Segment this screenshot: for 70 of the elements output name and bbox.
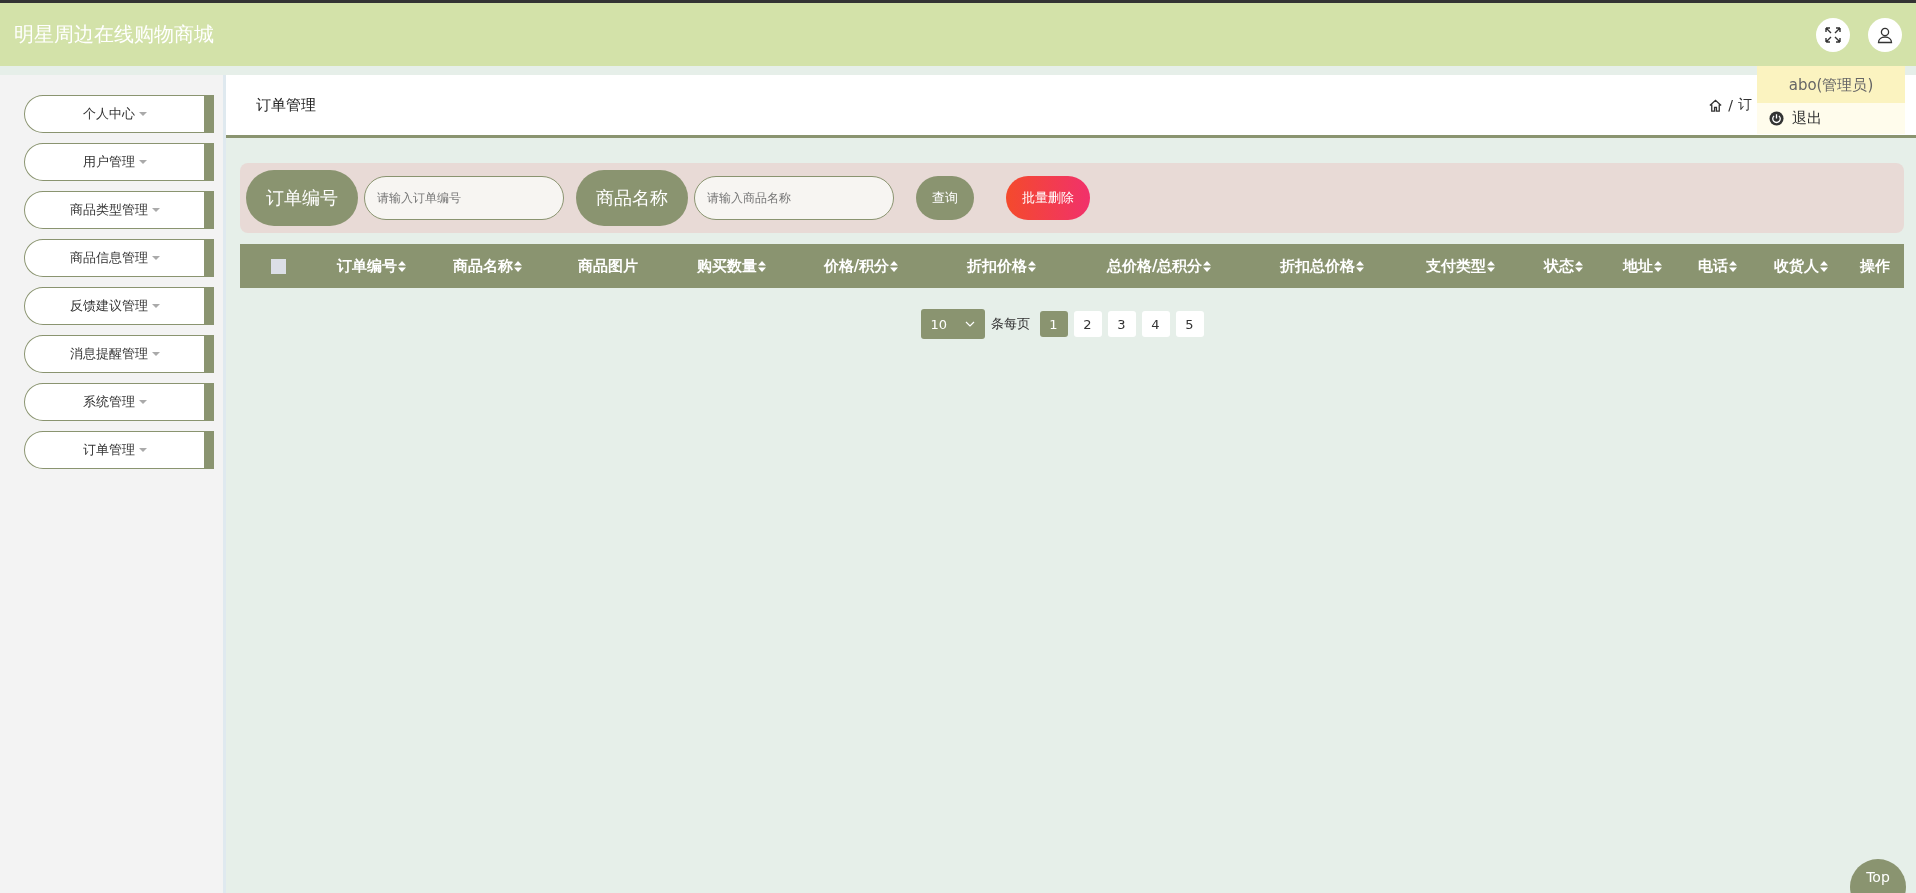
column-header[interactable]: 商品图片 — [578, 256, 639, 276]
sidebar-menu-item[interactable]: 系统管理 — [24, 383, 214, 421]
page-number[interactable]: 1 — [1039, 311, 1068, 337]
sort-icon[interactable] — [1356, 260, 1365, 272]
caret-icon — [138, 160, 147, 164]
column-header[interactable]: 订单编号 — [336, 256, 406, 276]
sort-icon[interactable] — [397, 260, 406, 272]
home-icon[interactable] — [1708, 97, 1724, 113]
sort-icon[interactable] — [1203, 260, 1212, 272]
user-icon — [1876, 25, 1894, 44]
column-header[interactable]: 支付类型 — [1425, 256, 1495, 276]
logout-menu-item[interactable]: 退出 — [1757, 103, 1905, 134]
sidebar-menu-item[interactable]: 个人中心 — [24, 95, 214, 133]
query-button[interactable]: 查询 — [916, 176, 974, 220]
column-header[interactable]: 地址 — [1622, 256, 1662, 276]
sidebar-menu-item[interactable]: 商品类型管理 — [24, 191, 214, 229]
fullscreen-button[interactable] — [1816, 17, 1850, 52]
caret-icon — [151, 256, 160, 260]
sort-icon[interactable] — [1653, 260, 1662, 272]
column-header[interactable]: 折扣价格 — [966, 256, 1036, 276]
sidebar-menu-item[interactable]: 商品信息管理 — [24, 239, 214, 277]
search-label: 订单编号 — [246, 170, 358, 226]
breadcrumb-separator: / — [1728, 97, 1733, 113]
column-header[interactable]: 总价格/总积分 — [1106, 256, 1212, 276]
page-size-select[interactable]: 10 — [920, 309, 985, 339]
breadcrumb-link[interactable]: 订 — [1738, 96, 1752, 114]
page-number[interactable]: 3 — [1107, 311, 1136, 337]
column-header[interactable]: 电话 — [1697, 256, 1737, 276]
sidebar-menu-item[interactable]: 订单管理 — [24, 431, 214, 469]
user-name: abo(管理员) — [1757, 66, 1905, 103]
column-header[interactable]: 价格/积分 — [823, 256, 899, 276]
sort-icon[interactable] — [1820, 260, 1829, 272]
page-size-label: 条每页 — [990, 315, 1030, 333]
column-header[interactable]: 状态 — [1543, 256, 1583, 276]
sort-icon[interactable] — [1486, 260, 1495, 272]
column-header[interactable]: 购买数量 — [696, 256, 766, 276]
sort-icon[interactable] — [1728, 260, 1737, 272]
search-field[interactable]: 请输入订单编号 — [364, 176, 564, 220]
sidebar-menu-item[interactable]: 反馈建议管理 — [24, 287, 214, 325]
site-title: 明星周边在线购物商城 — [14, 22, 214, 47]
sort-icon[interactable] — [1574, 260, 1583, 272]
sidebar-menu-item[interactable]: 消息提醒管理 — [24, 335, 214, 373]
batch-delete-button[interactable]: 批量删除 — [1006, 176, 1090, 220]
caret-icon — [151, 304, 160, 308]
sort-icon[interactable] — [514, 260, 523, 272]
select-all-checkbox[interactable] — [270, 258, 286, 274]
caret-icon — [138, 112, 147, 116]
sort-icon[interactable] — [1027, 260, 1036, 272]
sidebar-menu-item[interactable]: 用户管理 — [24, 143, 214, 181]
expand-icon — [1824, 25, 1842, 44]
column-header[interactable]: 折扣总价格 — [1280, 256, 1365, 276]
page-number[interactable]: 5 — [1175, 311, 1204, 337]
page-number[interactable]: 2 — [1073, 311, 1102, 337]
user-button[interactable] — [1868, 17, 1902, 52]
back-to-top-button[interactable]: Top — [1850, 859, 1906, 893]
caret-icon — [138, 448, 147, 452]
sort-icon[interactable] — [757, 260, 766, 272]
caret-icon — [138, 400, 147, 404]
chevron-down-icon — [964, 321, 975, 327]
power-icon — [1769, 111, 1784, 126]
page-title: 订单管理 — [256, 95, 316, 115]
caret-icon — [151, 208, 160, 212]
sort-icon[interactable] — [890, 260, 899, 272]
column-header[interactable]: 商品名称 — [453, 256, 523, 276]
search-field[interactable]: 请输入商品名称 — [694, 176, 894, 220]
column-header[interactable]: 收货人 — [1774, 256, 1829, 276]
caret-icon — [151, 352, 160, 356]
column-header[interactable]: 操作 — [1860, 256, 1891, 276]
page-number[interactable]: 4 — [1141, 311, 1170, 337]
search-label: 商品名称 — [576, 170, 688, 226]
